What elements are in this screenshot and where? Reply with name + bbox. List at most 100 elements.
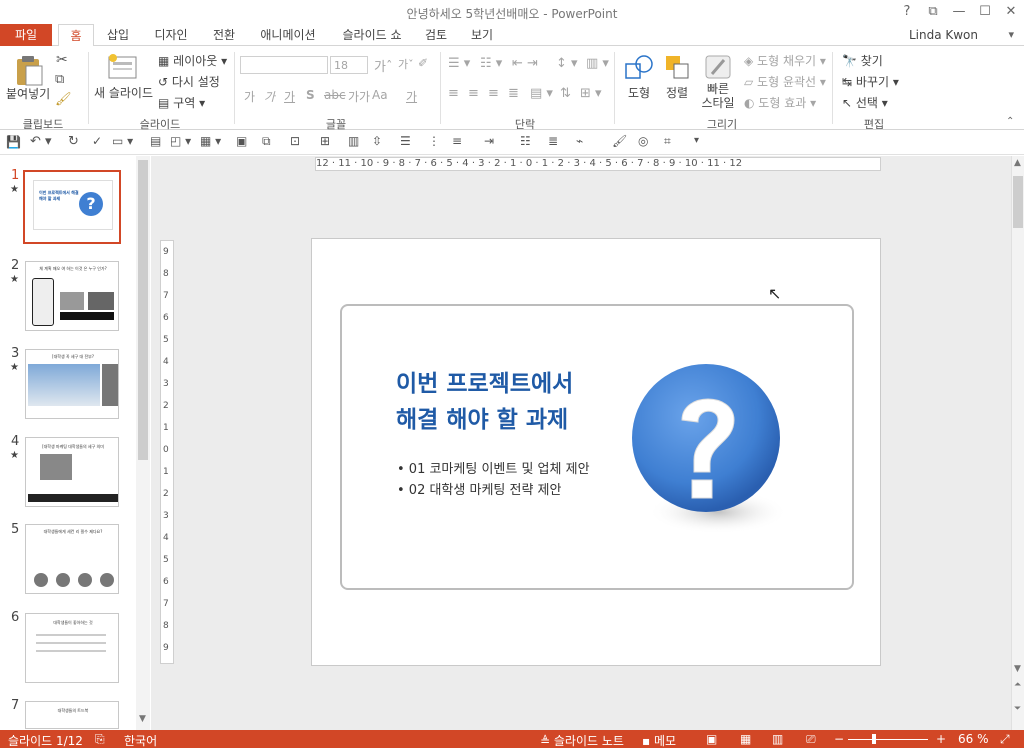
align-left-icon[interactable]: ≡	[448, 86, 459, 101]
picture-icon[interactable]: ▣	[236, 134, 247, 148]
distributed-icon[interactable]: ▤ ▾	[530, 86, 553, 101]
previous-slide-icon[interactable]: ⏶	[1014, 680, 1021, 690]
thumbnail-scrollbar[interactable]: ▼	[136, 156, 150, 730]
scroll-down-icon[interactable]: ▼	[1014, 664, 1021, 674]
group-icon[interactable]: ⊡	[290, 134, 300, 148]
slide-thumbnail-1[interactable]: 이번 프로젝트에서 해결 해야 할 과제 ?	[23, 170, 121, 244]
text-direction-icon[interactable]: ⇅	[560, 86, 571, 101]
arrange-label[interactable]: 정렬	[666, 84, 688, 101]
format-painter-icon[interactable]: 🖌	[55, 92, 72, 107]
slide-thumbnail-5[interactable]: 대학생들에게 세컨 리 필수 제다요?	[25, 524, 119, 594]
normal-view-icon[interactable]: ▣	[706, 732, 717, 746]
question-mark-icon[interactable]	[626, 362, 786, 538]
paste-label[interactable]: 붙여넣기	[6, 85, 50, 102]
zoom-slider-thumb[interactable]	[872, 734, 876, 744]
paste-icon[interactable]	[14, 54, 44, 86]
numbers-icon[interactable]: ⋮	[428, 134, 440, 148]
tab-insert[interactable]: 삽입	[100, 24, 136, 46]
textbox-icon[interactable]: ▤	[150, 134, 161, 148]
cut-icon[interactable]: ✂	[56, 52, 68, 68]
reading-view-icon[interactable]: ▥	[772, 732, 783, 746]
chart-icon[interactable]: ▥	[348, 134, 359, 148]
align-right-icon[interactable]: ≡	[488, 86, 499, 101]
select-button[interactable]: ↖ 선택 ▾	[842, 94, 888, 111]
scrollbar-thumb[interactable]	[138, 160, 148, 460]
align-center-icon[interactable]: ≡	[468, 86, 479, 101]
help-button[interactable]: ?	[894, 2, 920, 22]
align-qat-icon[interactable]: ⊞	[320, 134, 330, 148]
notes-button[interactable]: ≜ 슬라이드 노트	[540, 732, 624, 749]
close-button[interactable]: ✕	[998, 2, 1024, 22]
tab-animations[interactable]: 애니메이션	[252, 24, 324, 46]
tab-review[interactable]: 검토	[418, 24, 454, 46]
font-size-field[interactable]: 18	[330, 56, 368, 74]
slide-thumbnail-4[interactable]: [대학생 마케팅 대학생들의 세구 의미	[25, 437, 119, 507]
scroll-down-icon[interactable]: ▼	[139, 714, 146, 724]
tab-home[interactable]: 홈	[58, 24, 94, 47]
duplicate-icon[interactable]: ⧉	[262, 134, 271, 149]
quick-styles-icon[interactable]	[704, 52, 734, 82]
connector-icon[interactable]: ⌁	[576, 134, 583, 148]
table-icon[interactable]: ▦ ▾	[200, 134, 221, 148]
underline-icon[interactable]: 가	[284, 88, 295, 105]
slide-thumbnail-3[interactable]: [대학생 꼭 세구 대 전부?	[25, 349, 119, 419]
arrange-icon[interactable]	[664, 54, 692, 82]
zoom-level[interactable]: 66 %	[958, 732, 989, 746]
ribbon-display-button[interactable]: ⧉	[920, 2, 946, 22]
strike-icon[interactable]: abc	[324, 88, 346, 102]
slide-title[interactable]: 이번 프로젝트에서 해결 해야 할 과제	[396, 366, 616, 438]
scrollbar-thumb[interactable]	[1013, 176, 1023, 228]
font-name-field[interactable]	[240, 56, 328, 74]
center-icon[interactable]: ≣	[548, 134, 558, 148]
undo-icon[interactable]: ↶ ▾	[30, 134, 52, 149]
record-icon[interactable]: ◎	[638, 134, 648, 148]
save-icon[interactable]: 💾	[6, 135, 21, 149]
numbering-icon[interactable]: ☷ ▾	[480, 56, 502, 71]
shape-fill-button[interactable]: ◈ 도형 채우기 ▾	[744, 52, 826, 69]
clear-format-icon[interactable]: ✐	[418, 56, 428, 70]
customize-qat-icon[interactable]: ▾	[694, 135, 699, 146]
layout-button[interactable]: ▦ 레이아웃 ▾	[158, 52, 227, 69]
canvas-scrollbar[interactable]: ▲ ▼ ⏶ ⏷	[1011, 156, 1024, 730]
find-button[interactable]: 🔭 찾기	[842, 52, 883, 69]
italic-icon[interactable]: 가	[264, 88, 275, 105]
justify-icon[interactable]: ≣	[508, 86, 519, 101]
slideshow-view-icon[interactable]: ⎚	[806, 732, 816, 747]
font-color-icon[interactable]: 가	[406, 88, 417, 105]
zoom-slider[interactable]	[848, 739, 928, 740]
grow-font-icon[interactable]: 가ˆ	[374, 56, 392, 75]
zoom-out-icon[interactable]: −	[834, 732, 844, 746]
bullets-icon[interactable]: ☰ ▾	[448, 56, 470, 71]
spacing-icon[interactable]: 가가	[348, 88, 370, 105]
comments-button[interactable]: ▪ 메모	[642, 732, 676, 749]
tab-file[interactable]: 파일	[0, 24, 52, 46]
tab-view[interactable]: 보기	[464, 24, 500, 46]
slide-sorter-icon[interactable]: ▦	[740, 732, 751, 746]
indent-qat-icon[interactable]: ⇥	[484, 134, 494, 148]
brush-icon[interactable]: 🖌	[612, 134, 627, 148]
list-icon[interactable]: ☰	[400, 134, 411, 148]
user-name[interactable]: Linda Kwon	[909, 28, 978, 42]
spell-icon[interactable]: ✓	[92, 134, 102, 148]
section-button[interactable]: ▤ 구역 ▾	[158, 94, 205, 111]
redo-icon[interactable]: ↻	[68, 134, 79, 149]
fit-to-window-icon[interactable]: ⤢	[1000, 732, 1010, 747]
bold-icon[interactable]: 가	[244, 88, 255, 105]
new-slide-icon[interactable]	[108, 54, 138, 80]
user-dropdown-icon[interactable]: ▾	[1008, 28, 1014, 41]
line-spacing-icon[interactable]: ↕ ▾	[556, 56, 578, 71]
tab-transitions[interactable]: 전환	[204, 24, 244, 46]
shape-effects-button[interactable]: ◐ 도형 효과 ▾	[744, 94, 816, 111]
new-slide-label[interactable]: 새 슬라이드	[94, 84, 153, 101]
minimize-button[interactable]: —	[946, 2, 972, 22]
tab-slideshow[interactable]: 슬라이드 쇼	[334, 24, 410, 46]
slide-thumbnail-6[interactable]: 대학생들이 좋아하는 것	[25, 613, 119, 683]
slide-thumbnail-7[interactable]: 대학생들의 트드북	[25, 701, 119, 729]
indent-icon[interactable]: ⇤ ⇥	[512, 56, 538, 71]
scroll-up-icon[interactable]: ▲	[1014, 158, 1021, 168]
align-text-icon[interactable]: ⊞ ▾	[580, 86, 602, 101]
shapes-label[interactable]: 도형	[628, 84, 650, 101]
slide-thumbnail-2[interactable]: 체 계획 매오 여 하는 이것 은 누구 인가?	[25, 261, 119, 331]
start-show-icon[interactable]: ▭ ▾	[112, 134, 133, 148]
change-case-icon[interactable]: Aa	[372, 88, 388, 102]
